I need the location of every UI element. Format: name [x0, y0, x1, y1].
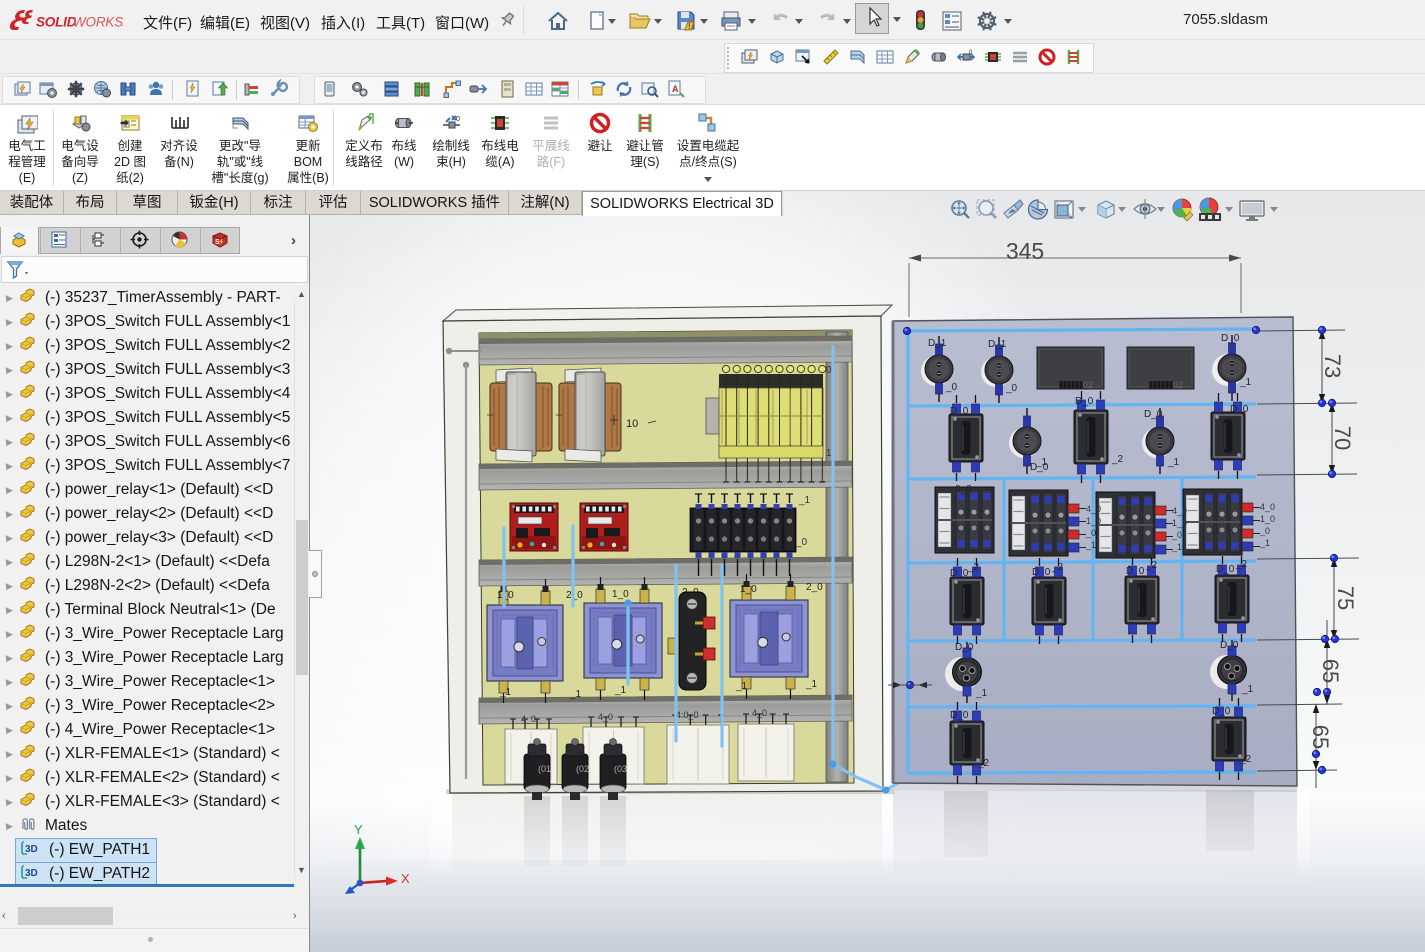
svg-text:!: !: [688, 22, 691, 31]
svg-text:_1: _1: [805, 679, 818, 690]
svg-text:WORKS: WORKS: [73, 15, 123, 30]
svg-text:D_0: D_0: [1220, 640, 1239, 651]
svg-text:_0: _0: [945, 382, 958, 393]
svg-text:_1: _1: [1239, 377, 1252, 388]
svg-text:10: 10: [626, 418, 638, 430]
svg-text:S: S: [215, 239, 220, 246]
svg-text:4_0: 4_0: [521, 714, 536, 724]
svg-text:A: A: [672, 84, 679, 94]
svg-text:_2: _2: [1239, 754, 1252, 765]
svg-text:02: 02: [1083, 380, 1093, 390]
svg-text:65: 65: [1308, 725, 1333, 749]
svg-text:_2: _2: [967, 562, 980, 573]
svg-text:73: 73: [1320, 354, 1345, 378]
svg-text:02: 02: [1173, 380, 1183, 390]
svg-text:(03: (03: [614, 764, 627, 774]
svg-text:D_0: D_0: [1075, 396, 1094, 407]
svg-text:D_0: D_0: [1144, 409, 1163, 420]
svg-text:1_0: 1_0: [740, 584, 757, 595]
svg-text:_1: _1: [1241, 684, 1254, 695]
svg-text:_2: _2: [1051, 562, 1064, 573]
svg-text:_2: _2: [1235, 559, 1248, 570]
svg-text:_1: _1: [975, 688, 988, 699]
svg-text:75: 75: [1333, 586, 1358, 610]
svg-text:SOLID: SOLID: [36, 15, 77, 30]
svg-text:_0: _0: [1005, 383, 1018, 394]
svg-text:4_0: 4_0: [1086, 504, 1101, 514]
svg-text:D_0: D_0: [1216, 564, 1235, 575]
svg-text:345: 345: [1006, 238, 1044, 264]
svg-text:D_0: D_0: [955, 642, 974, 653]
svg-text:_1: _1: [1085, 540, 1096, 550]
svg-text:_1: _1: [499, 687, 512, 698]
svg-text:(01: (01: [538, 764, 551, 774]
svg-text:_0: _0: [1085, 528, 1096, 538]
svg-text:D_0: D_0: [1030, 462, 1049, 473]
svg-text:D_0: D_0: [1212, 706, 1231, 717]
svg-text:4_0: 4_0: [752, 708, 767, 718]
svg-text:70: 70: [1330, 426, 1355, 450]
svg-text:_1: _1: [1259, 538, 1270, 548]
svg-text:4:0_0: 4:0_0: [676, 710, 699, 720]
svg-text:1_0: 1_0: [1086, 516, 1101, 526]
svg-text:_2: _2: [1111, 454, 1124, 465]
svg-text:1_0: 1_0: [1172, 518, 1187, 528]
svg-text:_1: _1: [1171, 542, 1182, 552]
svg-text:1_0: 1_0: [1260, 514, 1275, 524]
svg-text:_1: _1: [614, 685, 627, 696]
svg-text:1_0: 1_0: [612, 589, 629, 600]
svg-text:4_0: 4_0: [1172, 506, 1187, 516]
svg-text:4_0: 4_0: [598, 712, 613, 722]
svg-text:D_0: D_0: [1230, 404, 1249, 415]
svg-text:65: 65: [1318, 659, 1343, 683]
svg-text:_1: _1: [569, 689, 582, 700]
svg-text:3D: 3D: [25, 844, 38, 855]
svg-text:(02: (02: [576, 764, 589, 774]
svg-text:_0: _0: [1259, 526, 1270, 536]
svg-text:1: 1: [826, 448, 832, 459]
svg-text:Y: Y: [354, 822, 363, 837]
svg-text:D_0: D_0: [1221, 333, 1240, 344]
svg-text:0: 0: [456, 116, 460, 123]
svg-text:0: 0: [826, 365, 832, 376]
svg-text:2_0: 2_0: [806, 582, 823, 593]
svg-text:_0: _0: [1171, 530, 1182, 540]
svg-text:D_1: D_1: [928, 338, 947, 349]
svg-text:_2: _2: [977, 758, 990, 769]
svg-text:D_0: D_0: [1032, 567, 1051, 578]
svg-text:_1: _1: [1167, 457, 1180, 468]
svg-text:3D: 3D: [25, 868, 38, 879]
svg-text:D_0: D_0: [950, 710, 969, 721]
svg-text:_1: _1: [735, 681, 748, 692]
svg-text:_2: _2: [1145, 560, 1158, 571]
svg-text:4_0: 4_0: [1260, 502, 1275, 512]
svg-text:D_0: D_0: [950, 568, 969, 579]
svg-text:X: X: [401, 871, 410, 886]
svg-text:_0: _0: [795, 537, 808, 548]
svg-text:D_0: D_0: [1126, 566, 1145, 577]
svg-text:_1: _1: [798, 495, 811, 506]
svg-text:D_1: D_1: [988, 339, 1007, 350]
svg-text:0_0: 0_0: [955, 484, 972, 495]
svg-text:D_0: D_0: [950, 406, 969, 417]
